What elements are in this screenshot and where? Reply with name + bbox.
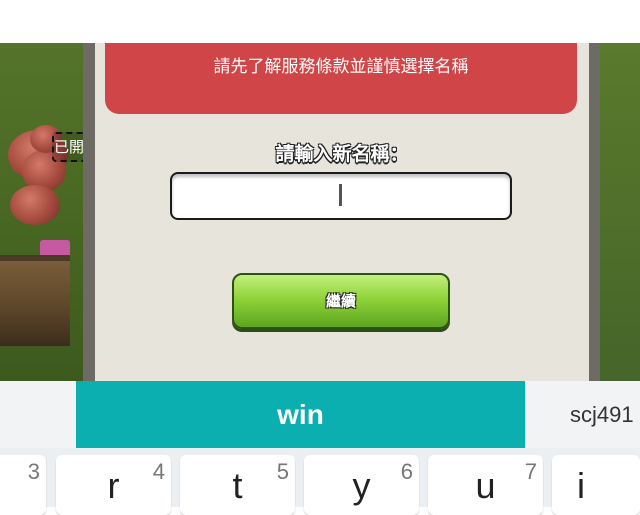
continue-button[interactable]: 繼續 [232,273,450,329]
building-status-badge: 已開 [52,132,86,162]
village-tower [0,255,70,346]
key-y[interactable]: y 6 [304,455,419,515]
name-prompt-label: 請輸入新名稱： [275,143,409,165]
suggestion-secondary[interactable]: scj491 [525,381,640,448]
key-hint: 6 [400,459,413,484]
warning-text: 請先了解服務條款並謹慎選擇名稱 [213,57,469,77]
key-hint: 4 [152,459,165,484]
key-r[interactable]: r 4 [56,455,171,515]
key-hint: 3 [27,459,40,484]
key-t[interactable]: t 5 [180,455,295,515]
suggestion-primary[interactable]: win [76,381,525,448]
key-letter: i [577,465,585,506]
key-e[interactable]: 3 [0,455,46,515]
key-hint: 5 [276,459,289,484]
key-hint: 7 [524,459,537,484]
text-caret [339,184,342,206]
village-building [10,185,60,225]
key-i[interactable]: i 8 [552,455,640,515]
key-u[interactable]: u 7 [428,455,543,515]
